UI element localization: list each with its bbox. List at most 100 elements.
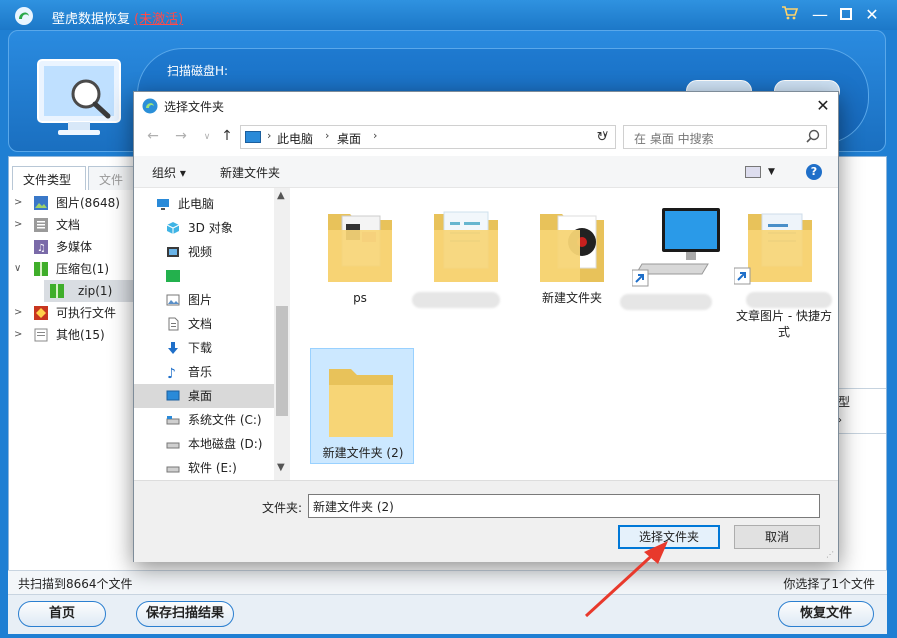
nav-item-pictures[interactable]: 图片 [134, 288, 274, 312]
expand-chevron-icon[interactable]: > [14, 302, 24, 324]
pc-icon [157, 199, 169, 210]
scroll-down-icon[interactable]: ▼ [277, 462, 285, 473]
nav-item-downloads[interactable]: 下载 [134, 336, 274, 360]
selection-count-text: 你选择了1个文件 [783, 577, 875, 591]
breadcrumb-this-pc[interactable]: 此电脑 [277, 130, 313, 147]
dialog-footer: 文件夹: 新建文件夹 (2) 选择文件夹 取消 ⋰ [134, 480, 838, 562]
nav-item-desktop[interactable]: 桌面 [134, 384, 274, 408]
file-item-computer-shortcut[interactable] [620, 196, 730, 312]
tree-item-zip[interactable]: zip(1) [44, 280, 138, 302]
file-item-blurred-folder[interactable] [412, 196, 518, 312]
drive-icon [166, 416, 180, 425]
file-label: 新建文件夹 (2) [322, 446, 404, 460]
file-label: ps [353, 291, 367, 305]
music-icon: ♪ [167, 366, 176, 379]
nav-item-documents[interactable]: 文档 [134, 312, 274, 336]
home-button[interactable]: 首页 [18, 601, 106, 627]
search-box[interactable]: 在 桌面 中搜索 [623, 125, 827, 149]
pictures-icon [166, 294, 180, 306]
minimize-icon[interactable]: — [810, 5, 830, 25]
expand-chevron-icon[interactable]: > [14, 192, 24, 214]
folder-field-label: 文件夹: [262, 501, 303, 515]
nav-item-3d-objects[interactable]: 3D 对象 [134, 216, 274, 240]
command-bar: 组织 ▾ 新建文件夹 ▼ ? [134, 156, 838, 188]
file-label: 新建文件夹 [541, 291, 602, 305]
picture-icon [34, 196, 48, 210]
chevron-right-icon: › [267, 129, 272, 142]
file-item-new-folder-2[interactable]: 新建文件夹 (2) [310, 348, 414, 464]
folder-name-input[interactable]: 新建文件夹 (2) [308, 494, 820, 518]
scrollbar-thumb[interactable] [276, 306, 288, 416]
recent-dropdown-icon[interactable]: ∨ [198, 132, 216, 152]
archive-icon [34, 262, 48, 276]
nav-pane-scrollbar[interactable]: ▲ ▼ [274, 188, 290, 480]
save-scan-results-button[interactable]: 保存扫描结果 [136, 601, 234, 627]
app-window: 壁虎数据恢复(未激活) — ✕ 扫描磁盘H: 文件类型 文件路 > 图片(864… [0, 0, 897, 638]
tree-item-executables[interactable]: > 可执行文件 [12, 302, 136, 324]
organize-menu[interactable]: 组织 ▾ [152, 164, 186, 181]
new-folder-button[interactable]: 新建文件夹 [220, 164, 280, 181]
tab-file-path[interactable]: 文件路 [88, 166, 134, 190]
tree-item-media[interactable]: ♫ 多媒体 [12, 236, 136, 258]
folder-icon [328, 214, 392, 282]
tree-item-documents[interactable]: > 文档 [12, 214, 136, 236]
nav-item-this-pc[interactable]: 此电脑 [134, 192, 274, 216]
breadcrumb-desktop[interactable]: 桌面 [337, 130, 361, 147]
gecko-logo-icon [15, 7, 33, 25]
chevron-right-icon: › [373, 129, 378, 142]
computer-shortcut-icon [632, 208, 720, 287]
file-item-folder-shortcut[interactable]: 文章图片 - 快捷方式 [732, 196, 836, 339]
search-placeholder: 在 桌面 中搜索 [634, 132, 714, 146]
app-title: 壁虎数据恢复 [52, 12, 131, 27]
up-arrow-icon[interactable]: ↑ [218, 128, 236, 148]
view-options-icon[interactable] [745, 166, 761, 178]
green-app-icon [166, 270, 180, 282]
nav-item-music[interactable]: ♪ 音乐 [134, 360, 274, 384]
forward-arrow-icon[interactable]: → [172, 128, 190, 148]
document-icon [34, 218, 48, 232]
resize-grip-icon[interactable]: ⋰ [826, 550, 836, 560]
expand-chevron-icon[interactable]: > [14, 214, 24, 236]
activation-link[interactable]: (未激活) [134, 12, 183, 27]
select-folder-button[interactable]: 选择文件夹 [618, 525, 720, 549]
video-icon [167, 247, 179, 257]
nav-item-videos[interactable]: 视频 [134, 240, 274, 264]
column-header-peek: 型 › [838, 388, 886, 434]
nav-item-drive-d[interactable]: 本地磁盘 (D:) [134, 432, 274, 456]
nav-item-drive-c[interactable]: 系统文件 (C:) [134, 408, 274, 432]
blurred-label [620, 294, 712, 310]
folder-icon [540, 214, 604, 282]
recover-files-button[interactable]: 恢复文件 [778, 601, 874, 627]
address-bar[interactable]: › 此电脑 › 桌面 › ∨ [240, 125, 616, 149]
file-type-tree: > 图片(8648) > 文档 ♫ 多媒体 ∨ 压缩包(1) zip(1) > … [12, 192, 138, 346]
folder-shortcut-icon [734, 213, 812, 285]
cancel-button[interactable]: 取消 [734, 525, 820, 549]
maximize-icon[interactable] [836, 5, 856, 25]
dialog-close-icon[interactable]: ✕ [813, 96, 833, 116]
file-item-ps[interactable]: ps [308, 196, 412, 312]
zip-icon [50, 284, 64, 298]
nav-item-green-app[interactable] [134, 264, 274, 288]
scroll-up-icon[interactable]: ▲ [277, 190, 285, 201]
close-icon[interactable]: ✕ [862, 5, 882, 25]
tab-file-type[interactable]: 文件类型 [12, 166, 86, 190]
help-icon[interactable]: ? [806, 164, 822, 180]
folder-icon [329, 369, 393, 437]
navigation-row: ← → ∨ ↑ › 此电脑 › 桌面 › ∨ ↻ 在 桌面 中搜索 [134, 124, 838, 152]
tree-item-pictures[interactable]: > 图片(8648) [12, 192, 136, 214]
expand-chevron-icon[interactable]: > [14, 324, 24, 346]
folder-icon [434, 211, 498, 282]
svg-text:♪: ♪ [167, 366, 176, 379]
tree-item-other[interactable]: > 其他(15) [12, 324, 136, 346]
chevron-down-icon[interactable]: ▼ [768, 167, 775, 177]
cart-icon[interactable] [780, 5, 800, 25]
back-arrow-icon[interactable]: ← [144, 128, 162, 148]
nav-item-drive-e[interactable]: 软件 (E:) [134, 456, 274, 480]
refresh-icon[interactable]: ↻ [593, 130, 611, 148]
desktop-icon [166, 390, 180, 401]
navigation-pane: 此电脑 3D 对象 视频 图片 文档 下载 ♪ 音乐 桌面 系统文件 (C:) … [134, 188, 290, 480]
collapse-chevron-icon[interactable]: ∨ [14, 258, 24, 280]
file-item-new-folder[interactable]: 新建文件夹 [520, 196, 624, 312]
tree-item-archives[interactable]: ∨ 压缩包(1) [12, 258, 136, 280]
bottom-bar: 首页 保存扫描结果 恢复文件 [8, 594, 887, 634]
